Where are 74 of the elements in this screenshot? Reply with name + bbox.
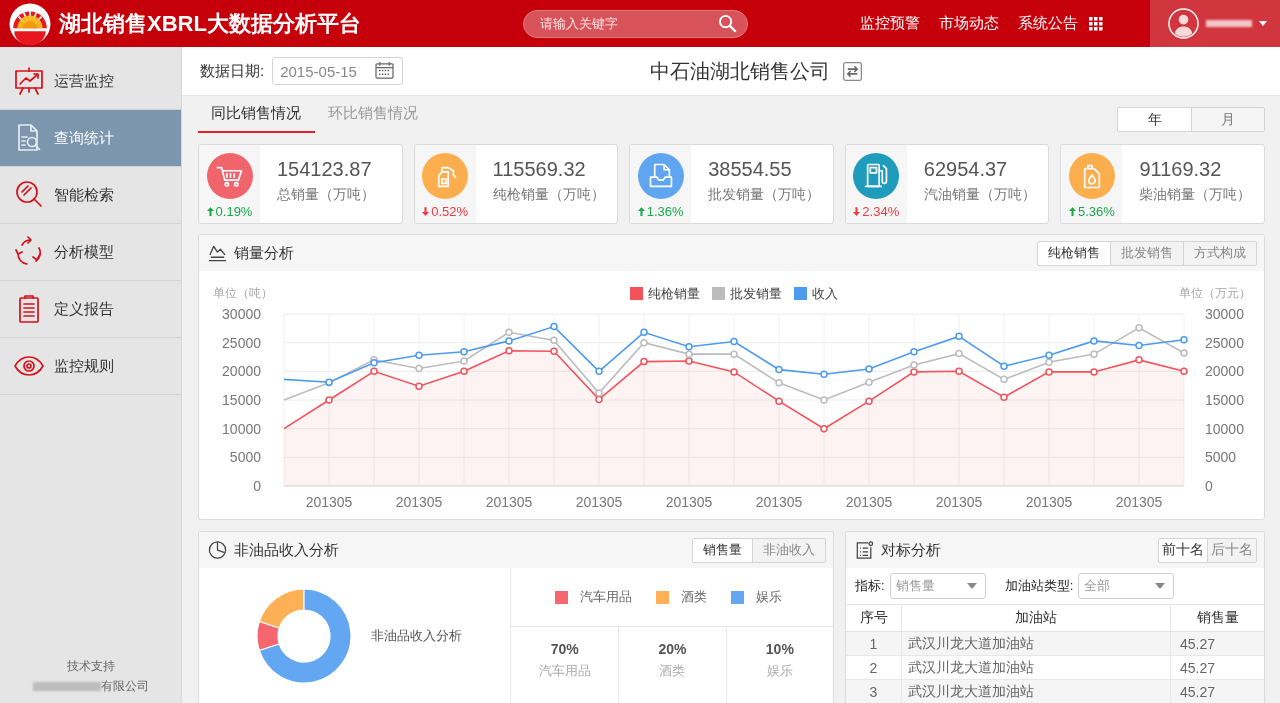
axis-tick-label: 0 xyxy=(1205,478,1213,494)
axis-tick-label: 20000 xyxy=(222,363,261,380)
axis-tick-label: 201305 xyxy=(845,494,893,510)
axis-title: 单位（万元） xyxy=(1179,286,1251,300)
axis-tick-label: 201305 xyxy=(575,494,623,510)
chart-title: 非油品收入分析 xyxy=(371,627,462,645)
metric-value: 115569.32 xyxy=(492,158,587,181)
axis-tick-label: 201305 xyxy=(755,494,803,510)
column-header: 序号 xyxy=(846,604,902,632)
table-cell: 3 xyxy=(846,679,902,703)
axis-tick-label: 201305 xyxy=(935,494,983,510)
filter-label: 指标: xyxy=(855,577,885,595)
table-cell: 2 xyxy=(846,655,902,680)
legend-label: 纯枪销量 xyxy=(648,286,700,301)
metric-value: 91169.32 xyxy=(1139,158,1223,181)
legend-label: 收入 xyxy=(812,286,838,301)
metric-label: 总销量（万吨） xyxy=(277,186,375,204)
panel-title: 非油品收入分析 xyxy=(234,540,339,560)
axis-tick-label: 15000 xyxy=(222,392,261,408)
axis-title: 单位（吨） xyxy=(213,286,273,300)
axis-tick-label: 25000 xyxy=(1205,334,1244,351)
legend-label: 娱乐 xyxy=(756,588,782,606)
footer-text: 有限公司 xyxy=(100,678,149,695)
stat-label: 汽车用品 xyxy=(538,662,591,680)
table-cell: 武汉川龙大道加油站 xyxy=(901,631,1171,656)
metric-label: 批发销量（万吨） xyxy=(708,186,821,204)
metric-value: 62954.37 xyxy=(923,158,1009,181)
axis-tick-label: 201305 xyxy=(1025,494,1073,510)
legend-label: 汽车用品 xyxy=(580,588,632,606)
table-cell: 武汉川龙大道加油站 xyxy=(901,679,1171,703)
axis-tick-label: 201305 xyxy=(665,494,713,510)
axis-tick-label: 0 xyxy=(253,478,261,494)
change-percent: 0.19% xyxy=(215,204,253,219)
date-label: 数据日期: xyxy=(200,61,265,81)
axis-tick-label: 30000 xyxy=(1205,306,1244,322)
stat-label: 娱乐 xyxy=(766,662,793,680)
filter-label: 加油站类型: xyxy=(1004,577,1074,595)
axis-tick-label: 5000 xyxy=(229,449,261,466)
axis-tick-label: 201305 xyxy=(1115,494,1163,510)
change-percent: 0.52% xyxy=(431,204,469,219)
company-title: 中石油湖北销售公司 xyxy=(650,58,830,84)
metric-value: 38554.55 xyxy=(708,158,793,181)
table-cell: 武汉川龙大道加油站 xyxy=(901,655,1171,680)
legend-label: 批发销量 xyxy=(730,286,782,301)
metric-value: 154123.87 xyxy=(277,158,373,181)
column-header: 销售量 xyxy=(1170,604,1264,632)
footer-text: 技术支持 xyxy=(66,658,115,675)
metric-label: 纯枪销量（万吨） xyxy=(492,186,605,204)
axis-tick-label: 201305 xyxy=(395,494,443,510)
panel-title: 对标分析 xyxy=(881,540,941,560)
axis-tick-label: 5000 xyxy=(1205,449,1237,466)
axis-tick-label: 15000 xyxy=(1205,392,1244,408)
metric-label: 汽油销量（万吨） xyxy=(923,186,1036,204)
table-cell: 45.27 xyxy=(1170,631,1264,656)
stat-label: 酒类 xyxy=(659,662,686,680)
change-percent: 5.36% xyxy=(1077,204,1115,219)
app-title: 湖北销售XBRL大数据分析平台 xyxy=(59,9,361,38)
axis-tick-label: 201305 xyxy=(485,494,533,510)
stat-value: 10% xyxy=(765,641,794,657)
table-cell: 1 xyxy=(846,631,902,656)
panel-title: 销量分析 xyxy=(234,243,294,263)
axis-tick-label: 30000 xyxy=(222,306,261,322)
change-percent: 2.34% xyxy=(862,204,900,219)
axis-tick-label: 201305 xyxy=(305,494,353,510)
change-percent: 1.36% xyxy=(646,204,684,219)
column-header: 加油站 xyxy=(901,604,1171,632)
legend-label: 酒类 xyxy=(681,588,707,606)
axis-tick-label: 10000 xyxy=(1205,420,1244,437)
metric-label: 柴油销量（万吨） xyxy=(1139,186,1252,204)
axis-tick-label: 10000 xyxy=(222,420,261,437)
stat-value: 70% xyxy=(550,641,579,657)
axis-tick-label: 20000 xyxy=(1205,363,1244,380)
stat-value: 20% xyxy=(658,641,687,657)
axis-tick-label: 25000 xyxy=(222,334,261,351)
